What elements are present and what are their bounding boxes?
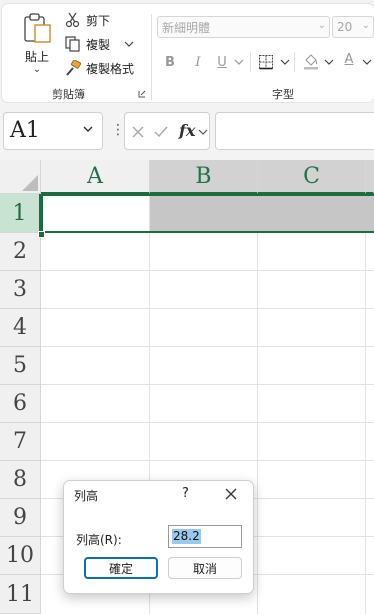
name-box[interactable]: A1: [3, 112, 103, 150]
format-separator: [250, 52, 251, 72]
font-name-select[interactable]: 新細明體 ⌄: [157, 16, 330, 38]
more-options-icon[interactable]: ⋮: [111, 122, 125, 138]
dialog-title: 列高: [74, 489, 99, 503]
row-header-10[interactable]: 10: [0, 537, 41, 575]
formula-input[interactable]: [215, 112, 374, 150]
scissors-icon: [65, 12, 80, 28]
borders-icon[interactable]: [258, 54, 274, 70]
paste-button[interactable]: 貼上 ⌄: [14, 12, 60, 80]
check-icon[interactable]: [153, 125, 169, 139]
row-header-1[interactable]: 1: [0, 194, 41, 233]
group-separator: [151, 14, 152, 100]
chevron-down-icon: ⌄: [317, 20, 326, 31]
chevron-down-icon[interactable]: [234, 58, 244, 66]
row-header-3[interactable]: 3: [0, 271, 41, 309]
selection-border: [41, 194, 374, 233]
font-name-value: 新細明體: [162, 20, 211, 35]
formula-buttons: fx: [124, 112, 210, 150]
chevron-down-icon[interactable]: [362, 58, 372, 66]
clipboard-group-label: 剪貼簿: [52, 88, 85, 101]
row-header-4[interactable]: 4: [0, 309, 41, 347]
format-painter-button[interactable]: 複製格式: [64, 58, 134, 78]
gridline: [41, 460, 374, 461]
gridline: [257, 194, 258, 614]
gridline: [41, 346, 374, 347]
bold-button[interactable]: B: [160, 52, 180, 72]
underline-button[interactable]: U: [212, 52, 232, 72]
column-header-a[interactable]: A: [41, 160, 150, 194]
gridline: [365, 194, 366, 614]
row-header-8[interactable]: 8: [0, 461, 41, 499]
fill-handle[interactable]: [38, 231, 45, 238]
copy-icon: [65, 36, 80, 52]
cut-label: 剪下: [86, 13, 111, 28]
chevron-down-icon: ⌄: [361, 20, 370, 31]
font-size-value: 20: [337, 20, 353, 34]
chevron-down-icon[interactable]: [280, 58, 290, 66]
row-header-6[interactable]: 6: [0, 385, 41, 423]
close-icon[interactable]: [224, 487, 238, 501]
row-header-5[interactable]: 5: [0, 347, 41, 385]
column-header-d[interactable]: [366, 160, 374, 194]
row-header-2[interactable]: 2: [0, 233, 41, 271]
name-box-value: A1: [10, 118, 40, 143]
paste-label: 貼上: [24, 50, 49, 64]
row-height-label: 列高(R):: [76, 533, 122, 547]
format-painter-label: 複製格式: [86, 61, 135, 76]
dialog-launcher-icon[interactable]: [138, 90, 146, 98]
font-group-label: 字型: [272, 88, 294, 101]
format-separator: [294, 52, 295, 72]
fill-color-icon[interactable]: [302, 52, 320, 70]
select-all-triangle-icon: [22, 175, 38, 191]
row-height-input[interactable]: 28.2: [168, 525, 242, 548]
row-header-7[interactable]: 7: [0, 423, 41, 461]
insert-function-button[interactable]: fx: [179, 121, 195, 140]
row-height-dialog: 列高 ? 列高(R): 28.2 確定 取消: [63, 480, 254, 594]
ok-button[interactable]: 確定: [84, 557, 158, 579]
format-painter-icon: [66, 60, 81, 76]
font-size-select[interactable]: 20 ⌄: [332, 16, 374, 38]
column-header-c[interactable]: C: [258, 160, 366, 194]
cut-button[interactable]: 剪下: [64, 10, 110, 30]
chevron-down-icon[interactable]: [82, 123, 94, 135]
ribbon: 貼上 ⌄ 剪下 複製 複製格式 剪貼簿 新細明體 ⌄ 20 ⌄ B I U A …: [0, 0, 374, 104]
chevron-down-icon[interactable]: [198, 128, 208, 136]
select-all-corner[interactable]: [0, 160, 41, 194]
copy-button[interactable]: 複製: [64, 34, 134, 54]
ribbon-panel: 貼上 ⌄ 剪下 複製 複製格式 剪貼簿 新細明體 ⌄ 20 ⌄ B I U A …: [2, 4, 374, 102]
gridline: [41, 308, 374, 309]
paste-dropdown-caret[interactable]: ⌄: [14, 64, 60, 75]
gridline: [41, 384, 374, 385]
chevron-down-icon[interactable]: [324, 58, 334, 66]
clipboard-icon: [24, 13, 51, 43]
font-color-button[interactable]: A: [340, 49, 358, 69]
gridline: [41, 270, 374, 271]
cancel-icon[interactable]: [131, 125, 145, 139]
row-header-9[interactable]: 9: [0, 499, 41, 537]
row-height-value: 28.2: [172, 529, 201, 544]
italic-button[interactable]: I: [188, 52, 208, 72]
row-header-11[interactable]: 11: [0, 575, 41, 614]
help-button[interactable]: ?: [182, 486, 189, 501]
cancel-button[interactable]: 取消: [168, 557, 242, 579]
copy-label: 複製: [86, 37, 111, 52]
gridline: [41, 422, 374, 423]
column-header-b[interactable]: B: [150, 160, 258, 194]
chevron-down-icon[interactable]: [124, 40, 134, 48]
